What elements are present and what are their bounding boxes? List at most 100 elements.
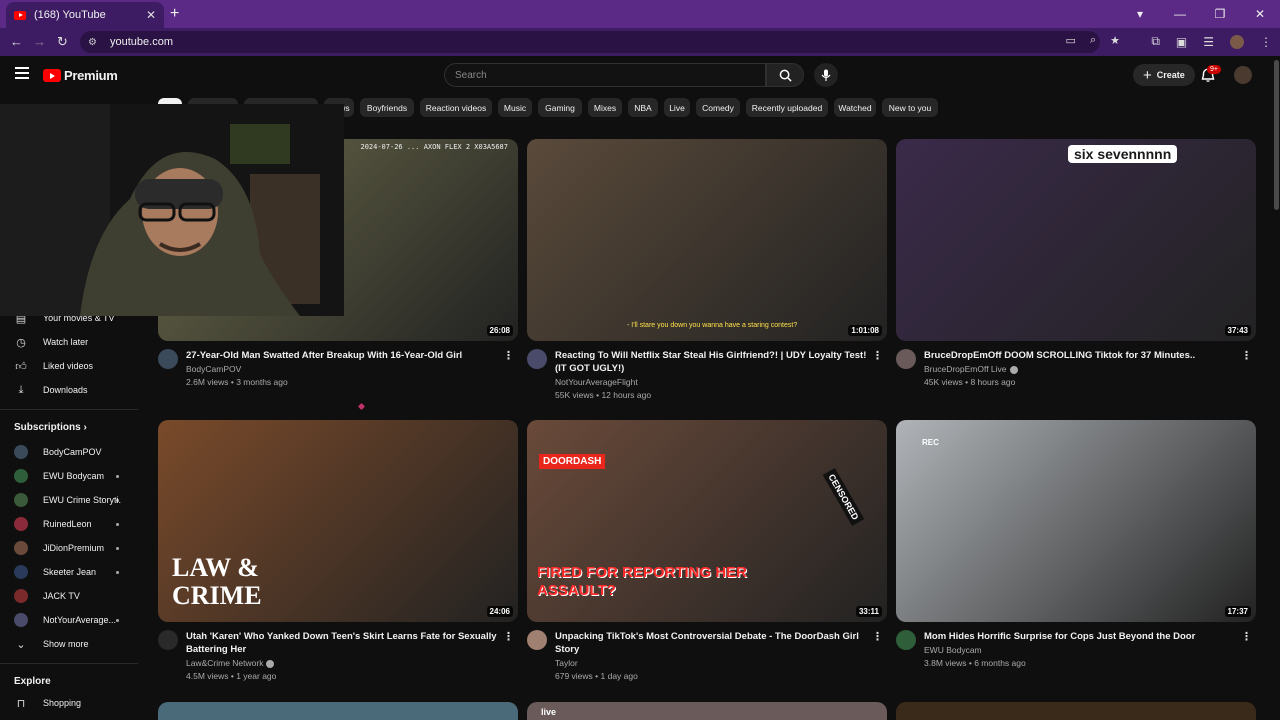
account-avatar[interactable] (1234, 66, 1252, 84)
video-thumbnail[interactable]: - I'll stare you down you wanna have a s… (527, 139, 887, 341)
create-button[interactable]: + Create (1133, 64, 1195, 86)
scrollbar-thumb[interactable] (1274, 60, 1279, 210)
channel-avatar[interactable] (896, 630, 916, 650)
channel-avatar[interactable] (527, 349, 547, 369)
chip-new-to-you[interactable]: New to you (882, 98, 938, 117)
bookmark-star-icon[interactable]: ★ (1110, 34, 1120, 47)
video-thumbnail-partial[interactable]: live (527, 702, 887, 720)
channel-name-row[interactable]: BruceDropEmOff Live (924, 364, 1018, 374)
channel-name-row[interactable]: Law&Crime Network (186, 658, 275, 668)
chip-reaction-videos[interactable]: Reaction videos (420, 98, 492, 117)
video-action-menu-icon[interactable]: ⋮ (872, 630, 883, 643)
sidebar-item-shopping[interactable]: ⊓ Shopping (0, 691, 150, 715)
chip-boyfriends[interactable]: Boyfriends (360, 98, 414, 117)
video-thumbnail[interactable]: FIRED FOR REPORTING HER ASSAULT? DOORDASH… (527, 420, 887, 622)
media-icon[interactable]: ▣ (1176, 35, 1187, 49)
browser-menu-icon[interactable]: ⋮ (1260, 35, 1272, 49)
youtube-premium-logo[interactable]: Premium (43, 68, 118, 83)
sidebar-item-bodycampov[interactable]: BodyCamPOV (0, 440, 150, 464)
channel-name[interactable]: Taylor (555, 658, 578, 668)
video-title[interactable]: Utah 'Karen' Who Yanked Down Teen's Skir… (186, 630, 498, 656)
chevron-down-icon: ⌄ (16, 638, 26, 651)
chip-mixes[interactable]: Mixes (588, 98, 622, 117)
tab-search-icon[interactable]: ▾ (1120, 7, 1160, 21)
video-title[interactable]: Mom Hides Horrific Surprise for Cops Jus… (924, 630, 1236, 643)
video-card[interactable]: REC 17:37 Mom Hides Horrific Surprise for … (896, 420, 1256, 690)
channel-name-row[interactable]: Taylor (555, 658, 578, 668)
video-action-menu-icon[interactable]: ⋮ (503, 349, 514, 362)
close-window-icon[interactable]: ✕ (1240, 7, 1280, 21)
channel-name-row[interactable]: EWU Bodycam (924, 645, 982, 655)
video-thumbnail-partial[interactable] (896, 702, 1256, 720)
cast-icon[interactable]: ▭ (1066, 34, 1076, 47)
video-action-menu-icon[interactable]: ⋮ (872, 349, 883, 362)
youtube-logo-icon (43, 69, 61, 82)
channel-avatar[interactable] (158, 349, 178, 369)
channel-name[interactable]: EWU Bodycam (924, 645, 982, 655)
video-thumbnail-partial[interactable] (158, 702, 518, 720)
chip-nba[interactable]: NBA (628, 98, 658, 117)
channel-avatar[interactable] (896, 349, 916, 369)
video-thumbnail[interactable]: six sevennnnn 37:43 (896, 139, 1256, 341)
search-button[interactable] (766, 63, 804, 87)
profile-avatar-icon[interactable] (1230, 34, 1244, 49)
restore-icon[interactable]: ❐ (1200, 7, 1240, 21)
video-thumbnail[interactable]: LAW & CRIME 24:06 (158, 420, 518, 622)
sidebar-item-downloads[interactable]: ⤓ Downloads (0, 378, 150, 402)
site-info-icon[interactable]: ⚙ (88, 37, 102, 48)
guide-menu-icon[interactable] (15, 67, 29, 82)
chip-recently-uploaded[interactable]: Recently uploaded (746, 98, 828, 117)
video-card[interactable]: LAW & CRIME 24:06 Utah 'Karen' Who Yanked … (158, 420, 518, 690)
close-tab-icon[interactable]: ✕ (146, 8, 156, 22)
channel-name-row[interactable]: NotYourAverageFlight (555, 377, 638, 387)
sidebar-item-watch-later[interactable]: ◷ Watch later (0, 330, 150, 354)
video-action-menu-icon[interactable]: ⋮ (1241, 349, 1252, 362)
chip-comedy[interactable]: Comedy (696, 98, 740, 117)
chip-music[interactable]: Music (498, 98, 532, 117)
channel-name[interactable]: BruceDropEmOff Live (924, 364, 1007, 374)
browser-tab[interactable]: (168) YouTube ✕ (6, 2, 164, 28)
sidebar-item-ewu-bodycam[interactable]: EWU Bodycam (0, 464, 150, 488)
sidebar-item-jidionpremium[interactable]: JiDionPremium (0, 536, 150, 560)
sidebar-item-notyouraverage[interactable]: NotYourAverage... (0, 608, 150, 632)
voice-search-button[interactable] (814, 63, 838, 87)
reload-icon[interactable]: ↻ (57, 34, 68, 50)
video-thumbnail[interactable]: REC 17:37 (896, 420, 1256, 622)
video-card[interactable]: - I'll stare you down you wanna have a s… (527, 139, 887, 409)
sidebar-item-ewu-crime-storyti[interactable]: EWU Crime Storyti... (0, 488, 150, 512)
zoom-icon[interactable]: ⌕ (1090, 34, 1096, 47)
video-card[interactable]: FIRED FOR REPORTING HER ASSAULT? DOORDASH… (527, 420, 887, 690)
back-icon[interactable]: ← (10, 34, 23, 49)
video-action-menu-icon[interactable]: ⋮ (503, 630, 514, 643)
reading-list-icon[interactable]: ☰ (1203, 35, 1214, 49)
view-count: 4.5M views (186, 671, 229, 681)
chip-gaming[interactable]: Gaming (538, 98, 582, 117)
sidebar-item-ruinedleon[interactable]: RuinedLeon (0, 512, 150, 536)
video-title[interactable]: 27-Year-Old Man Swatted After Breakup Wi… (186, 349, 498, 362)
channel-avatar[interactable] (158, 630, 178, 650)
chip-watched[interactable]: Watched (834, 98, 876, 117)
channel-name-row[interactable]: BodyCamPOV (186, 364, 241, 374)
channel-avatar[interactable] (527, 630, 547, 650)
subscriptions-heading[interactable]: Subscriptions › (14, 422, 87, 433)
sidebar-item-liked-videos[interactable]: 👍︎ Liked videos (0, 354, 150, 378)
channel-name[interactable]: NotYourAverageFlight (555, 377, 638, 387)
video-title[interactable]: BruceDropEmOff DOOM SCROLLING Tiktok for… (924, 349, 1236, 362)
forward-icon[interactable]: → (33, 34, 46, 49)
video-title[interactable]: Reacting To Will Netflix Star Steal His … (555, 349, 867, 375)
address-bar[interactable]: ⚙ youtube.com (80, 31, 1100, 53)
minimize-icon[interactable]: — (1160, 7, 1200, 21)
video-action-menu-icon[interactable]: ⋮ (1241, 630, 1252, 643)
new-tab-icon[interactable]: + (170, 5, 179, 23)
video-title[interactable]: Unpacking TikTok's Most Controversial De… (555, 630, 867, 656)
channel-name[interactable]: BodyCamPOV (186, 364, 241, 374)
channel-name[interactable]: Law&Crime Network (186, 658, 263, 668)
video-card[interactable]: six sevennnnn 37:43 BruceDropEmOff DOOM SC… (896, 139, 1256, 409)
sidebar-item-skeeter-jean[interactable]: Skeeter Jean (0, 560, 150, 584)
search-input[interactable]: Search (444, 63, 766, 87)
chip-live[interactable]: Live (664, 98, 690, 117)
extensions-icon[interactable]: ⧉ (1151, 34, 1160, 49)
page-scrollbar[interactable] (1272, 56, 1280, 720)
sidebar-item-jack-tv[interactable]: JACK TV (0, 584, 150, 608)
sidebar-item-show-more[interactable]: ⌄ Show more (0, 632, 150, 656)
